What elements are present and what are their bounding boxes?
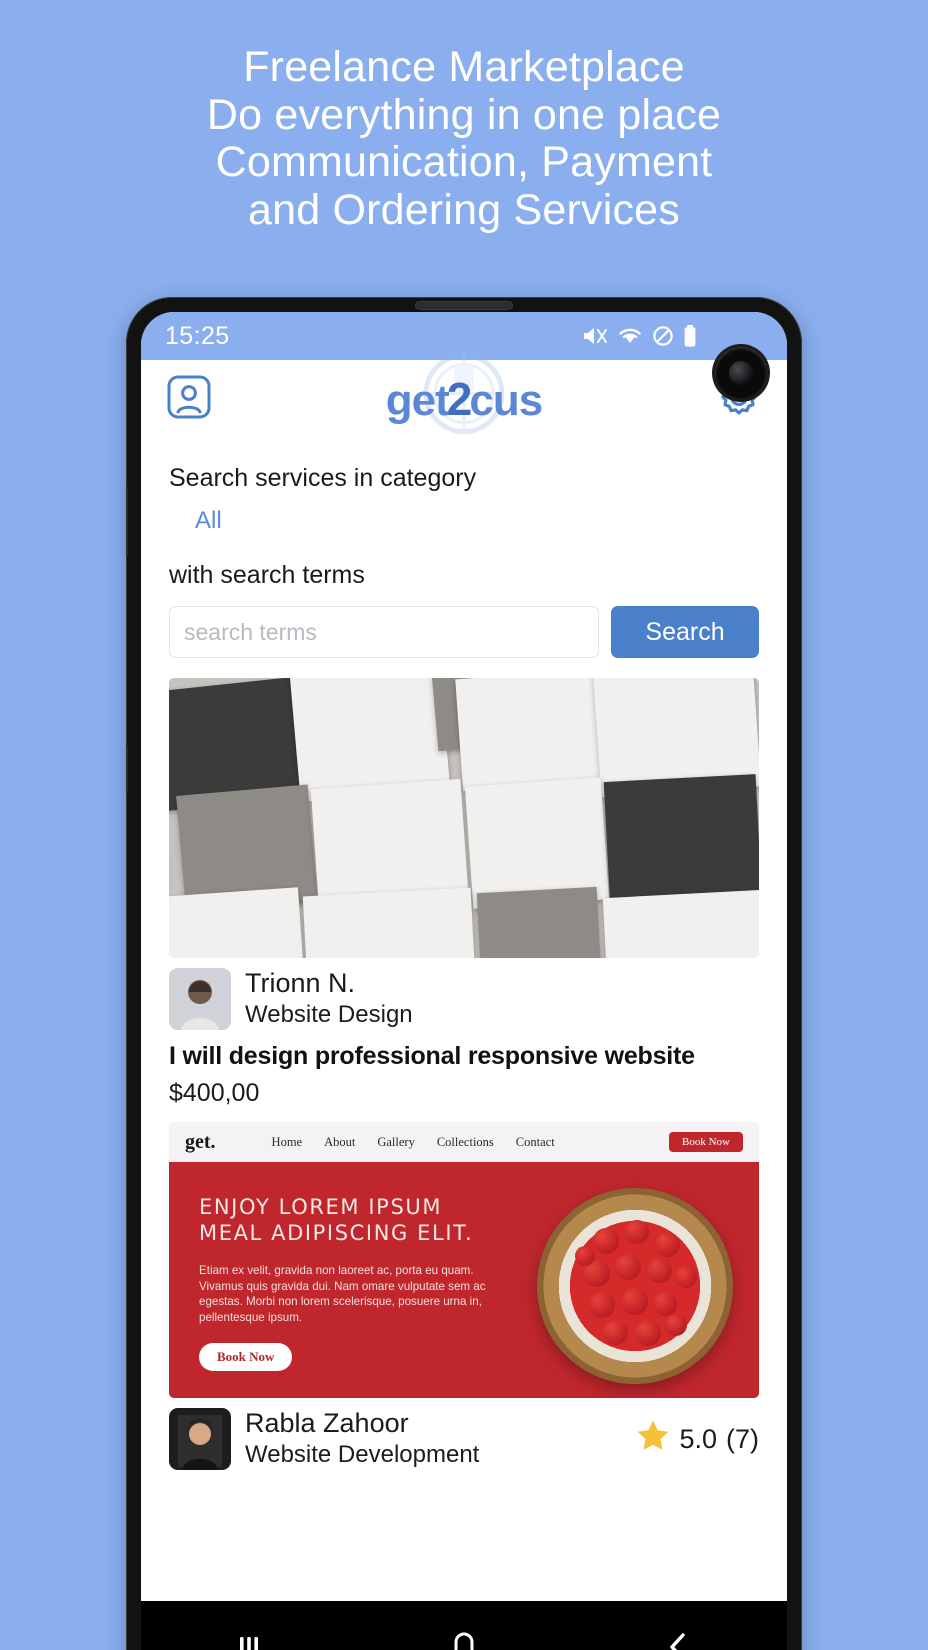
listing-seller-row[interactable]: Rabla Zahoor Website Development 5.0 (7): [169, 1408, 759, 1470]
battery-icon: [683, 324, 697, 348]
back-button[interactable]: [660, 1628, 698, 1650]
phone-mockup: 15:25 get 2 cus Search services in categ…: [126, 297, 802, 1650]
promo-line-4: and Ordering Services: [247, 185, 681, 234]
logo-part2: cus: [469, 375, 543, 425]
promo-headline: Freelance Marketplace Do everything in o…: [0, 43, 928, 234]
seller-name: Trionn N.: [245, 968, 356, 999]
listing-title[interactable]: I will design professional responsive we…: [169, 1042, 759, 1071]
promo-line-1: Freelance Marketplace: [243, 43, 685, 91]
app-logo[interactable]: get 2 cus: [344, 352, 584, 438]
seller-meta: Trionn N. Website Design: [245, 968, 413, 1029]
mockup-nav-link: Collections: [436, 1134, 494, 1149]
listing-thumbnail[interactable]: get. Home About Gallery Collections Cont…: [169, 1122, 759, 1398]
category-select[interactable]: All: [195, 507, 222, 535]
category-label: Search services in category: [169, 464, 477, 492]
search-button[interactable]: Search: [611, 606, 759, 658]
mockup-nav-links: Home About Gallery Collections Contact: [272, 1135, 555, 1150]
front-camera: [715, 347, 767, 399]
seller-avatar-trionn: [169, 968, 231, 1030]
mockup-nav-link: About: [324, 1134, 356, 1149]
seller-category: Website Development: [245, 1440, 480, 1468]
rating: 5.0 (7): [636, 1419, 759, 1459]
mockup-nav: get. Home About Gallery Collections Cont…: [169, 1122, 759, 1162]
search-row: Search: [169, 606, 759, 658]
rating-count: (7): [726, 1423, 759, 1454]
do-not-disturb-icon: [652, 325, 674, 347]
seller-name: Rabla Zahoor: [245, 1408, 409, 1439]
recents-button[interactable]: [230, 1628, 268, 1650]
power-button[interactable]: [126, 745, 128, 793]
listing-card[interactable]: get. Home About Gallery Collections Cont…: [169, 1122, 759, 1470]
listing-price: $400,00: [169, 1079, 260, 1107]
profile-button[interactable]: [163, 373, 215, 425]
listings: Trionn N. Website Design I will design p…: [141, 658, 787, 1470]
listing-card[interactable]: Trionn N. Website Design I will design p…: [169, 678, 759, 1108]
promo-line-3: Communication, Payment: [215, 138, 713, 186]
listing-seller-row[interactable]: Trionn N. Website Design: [169, 968, 759, 1030]
search-form: Search services in category All with sea…: [141, 438, 787, 658]
promo-line-2: Do everything in one place: [206, 90, 722, 139]
recents-icon: [230, 1628, 268, 1650]
home-icon: [445, 1628, 483, 1650]
mockup-logo: get.: [185, 1130, 216, 1153]
restaurant-website-mockup: get. Home About Gallery Collections Cont…: [169, 1122, 759, 1398]
volume-button[interactable]: [126, 485, 128, 557]
app-header: get 2 cus: [141, 352, 787, 438]
logo-text: get 2 cus: [385, 372, 543, 425]
logo-part1: get: [385, 375, 450, 425]
seller-avatar-rabla: [169, 1408, 231, 1470]
mockup-nav-link: Gallery: [377, 1134, 415, 1149]
profile-icon: [165, 373, 213, 426]
logo-accent: 2: [446, 372, 473, 425]
mockup-hero-body: Etiam ex velit, gravida non laoreet ac, …: [199, 1264, 486, 1324]
status-icons: [582, 324, 697, 348]
back-icon: [660, 1628, 698, 1650]
wifi-icon: [617, 325, 643, 347]
rating-value: 5.0: [679, 1423, 717, 1454]
website-collage-image: [169, 678, 759, 958]
star-icon: [636, 1419, 670, 1459]
mute-icon: [582, 325, 608, 347]
mockup-hero-book-button: Book Now: [199, 1343, 293, 1371]
mockup-nav-link: Home: [271, 1134, 303, 1149]
status-clock: 15:25: [165, 321, 230, 350]
earpiece-speaker: [416, 302, 512, 309]
seller-category: Website Design: [245, 1000, 413, 1028]
listing-thumbnail[interactable]: [169, 678, 759, 958]
seller-meta: Rabla Zahoor Website Development: [245, 1408, 479, 1469]
home-button[interactable]: [445, 1628, 483, 1650]
phone-screen: 15:25 get 2 cus Search services in categ…: [141, 312, 787, 1650]
mockup-hero: ENJOY LOREM IPSUM MEAL ADIPISCING ELIT. …: [169, 1162, 759, 1398]
search-terms-label: with search terms: [169, 561, 365, 589]
android-nav-bar: [141, 1601, 787, 1650]
mockup-nav-book-button: Book Now: [669, 1132, 743, 1152]
dish-image: [537, 1188, 733, 1384]
mockup-nav-link: Contact: [515, 1134, 555, 1149]
search-input[interactable]: [169, 606, 599, 658]
